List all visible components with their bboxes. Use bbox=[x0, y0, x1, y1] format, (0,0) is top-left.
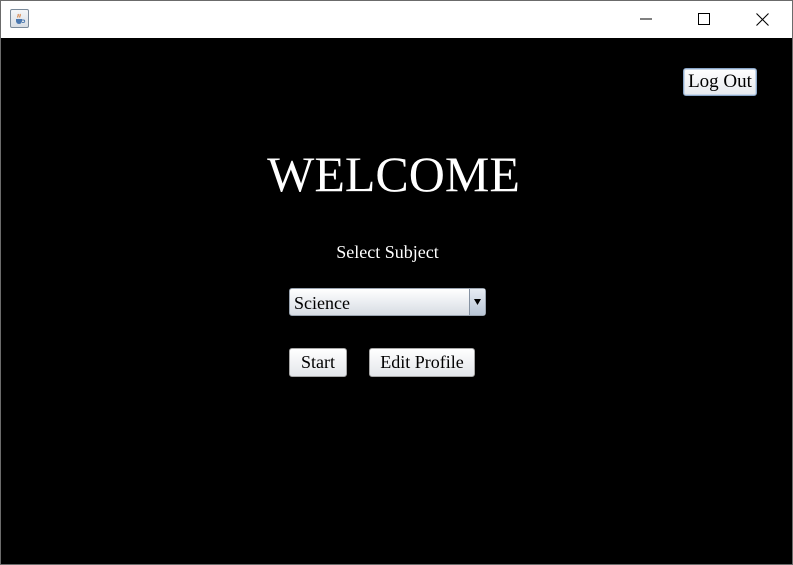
minimize-button[interactable] bbox=[617, 1, 675, 38]
main-panel: Log Out WELCOME Select Subject Science S… bbox=[1, 38, 792, 564]
app-window: Log Out WELCOME Select Subject Science S… bbox=[0, 0, 793, 565]
dropdown-arrow-icon bbox=[474, 299, 481, 305]
close-button[interactable] bbox=[733, 1, 791, 38]
welcome-title: WELCOME bbox=[267, 146, 520, 202]
edit-profile-button[interactable]: Edit Profile bbox=[369, 348, 475, 377]
minimize-icon bbox=[640, 18, 652, 20]
close-icon bbox=[756, 13, 769, 26]
maximize-button[interactable] bbox=[675, 1, 733, 38]
subject-select[interactable]: Science bbox=[289, 288, 486, 316]
java-coffee-cup-icon[interactable] bbox=[10, 9, 29, 28]
subject-select-value: Science bbox=[294, 293, 350, 313]
dropdown-arrow-button[interactable] bbox=[469, 289, 485, 315]
logout-button[interactable]: Log Out bbox=[683, 68, 757, 96]
select-subject-label: Select Subject bbox=[336, 242, 439, 262]
start-button[interactable]: Start bbox=[289, 348, 347, 377]
title-bar[interactable] bbox=[1, 1, 792, 38]
maximize-icon bbox=[698, 13, 710, 25]
